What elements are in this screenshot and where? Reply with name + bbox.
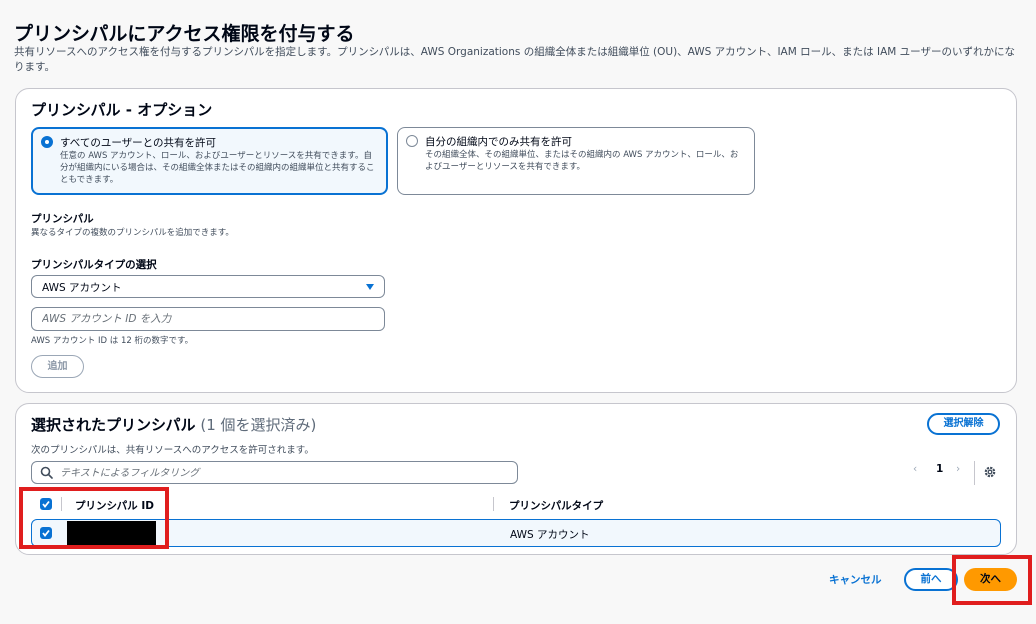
option-allow-all-tile[interactable]: すべてのユーザーとの共有を許可 任意の AWS アカウント、ロール、およびユーザ… <box>31 127 388 195</box>
principals-label: プリンシパル <box>31 213 94 225</box>
filter-field[interactable] <box>31 461 518 484</box>
pager-divider <box>974 461 975 485</box>
checkmark-icon <box>42 500 50 508</box>
option-allow-all-label: すべてのユーザーとの共有を許可 <box>60 137 217 149</box>
selected-principals-heading: 選択されたプリンシパル (1 個を選択済み) <box>31 414 316 435</box>
principal-type-select[interactable]: AWS アカウント <box>31 275 385 298</box>
principal-options-panel: プリンシパル - オプション すべてのユーザーとの共有を許可 任意の AWS ア… <box>15 88 1017 393</box>
deselect-button[interactable]: 選択解除 <box>927 413 1000 435</box>
option-org-only-description: その組織全体、その組織単位、またはその組織内の AWS アカウント、ロール、およ… <box>425 150 739 172</box>
radio-selected-icon[interactable] <box>41 136 53 148</box>
redacted-principal-id <box>67 521 156 546</box>
column-principal-id[interactable]: プリンシパル ID <box>75 498 154 513</box>
search-icon <box>40 466 53 479</box>
option-allow-all-description: 任意の AWS アカウント、ロール、およびユーザーとリソースを共有できます。自分… <box>60 151 375 185</box>
account-id-hint: AWS アカウント ID は 12 桁の数字です。 <box>31 336 194 346</box>
table-header: プリンシパル ID プリンシパルタイプ <box>31 494 1001 516</box>
options-title: プリンシパル - オプション <box>31 101 213 119</box>
caret-down-icon <box>366 284 374 290</box>
column-divider <box>493 497 494 511</box>
selected-principals-description: 次のプリンシパルは、共有リソースへのアクセスを許可されます。 <box>31 445 314 456</box>
row-checkbox[interactable] <box>40 527 52 539</box>
account-id-input[interactable] <box>31 307 385 331</box>
gear-icon[interactable] <box>983 465 997 479</box>
selected-principals-title: 選択されたプリンシパル <box>31 416 196 434</box>
filter-input[interactable] <box>58 463 512 484</box>
pager-current-page[interactable]: 1 <box>936 463 943 475</box>
select-all-checkbox[interactable] <box>40 498 52 510</box>
radio-unselected-icon[interactable] <box>406 135 418 147</box>
cell-principal-type: AWS アカウント <box>510 529 590 541</box>
page-description: 共有リソースへのアクセス権を付与するプリンシパルを指定します。プリンシパルは、A… <box>14 46 1015 73</box>
table-row[interactable]: AWS アカウント <box>31 519 1001 547</box>
option-org-only-label: 自分の組織内でのみ共有を許可 <box>425 136 572 148</box>
pager-prev-icon[interactable]: ‹ <box>913 463 917 475</box>
checkmark-icon <box>42 529 50 537</box>
option-org-only-tile[interactable]: 自分の組織内でのみ共有を許可 その組織全体、その組織単位、またはその組織内の A… <box>397 127 755 195</box>
column-principal-type[interactable]: プリンシパルタイプ <box>509 498 603 513</box>
selected-count: (1 個を選択済み) <box>200 416 317 434</box>
principal-type-value: AWS アカウント <box>42 282 122 294</box>
page-title: プリンシパルにアクセス権限を付与する <box>14 23 355 45</box>
principal-type-label: プリンシパルタイプの選択 <box>31 259 157 271</box>
add-button[interactable]: 追加 <box>31 355 84 378</box>
column-divider <box>61 497 62 511</box>
next-button[interactable]: 次へ <box>964 568 1017 591</box>
pager-next-icon[interactable]: › <box>956 463 960 475</box>
cancel-button[interactable]: キャンセル <box>829 572 882 587</box>
previous-button[interactable]: 前へ <box>904 568 958 591</box>
selected-principals-panel: 選択されたプリンシパル (1 個を選択済み) 次のプリンシパルは、共有リソースへ… <box>15 403 1017 555</box>
principals-hint: 異なるタイプの複数のプリンシパルを追加できます。 <box>31 228 234 238</box>
